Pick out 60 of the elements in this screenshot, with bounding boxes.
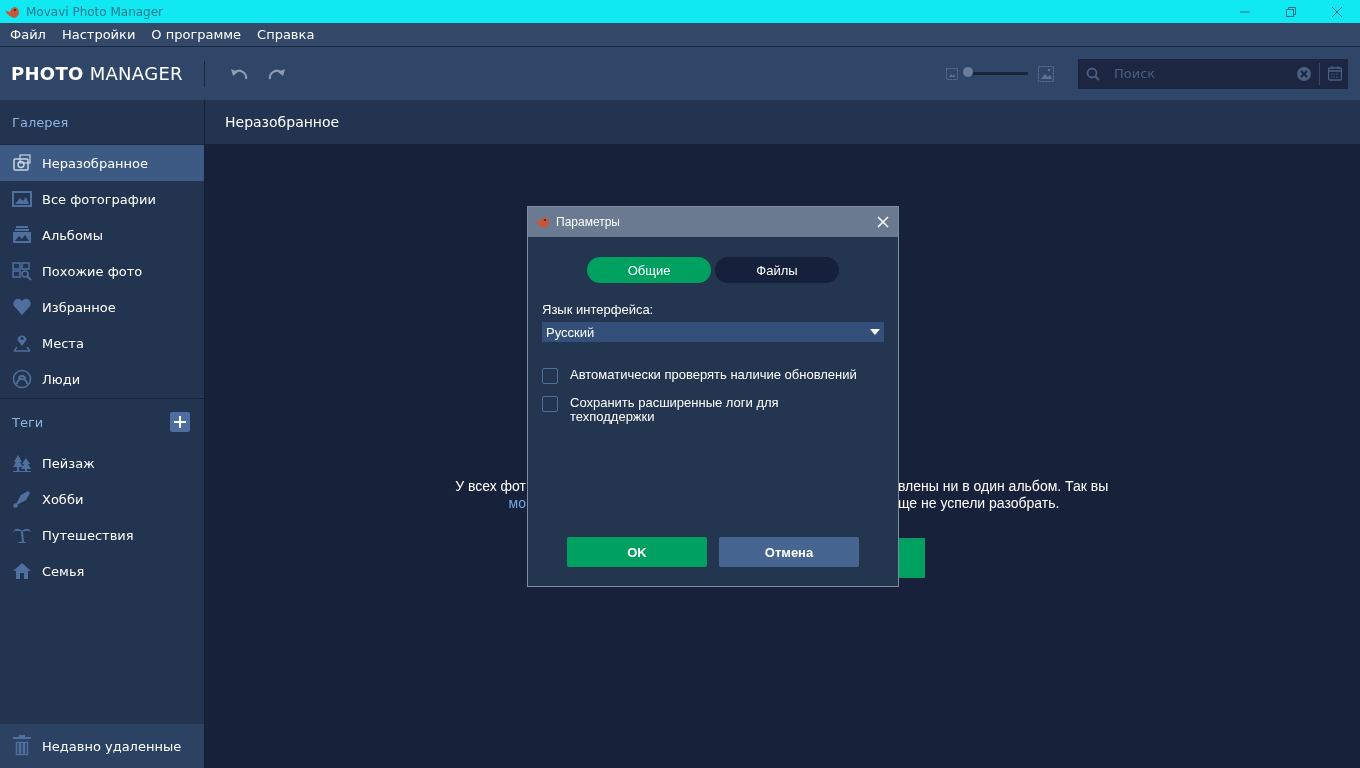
undo-icon[interactable] xyxy=(229,66,249,81)
image-icon xyxy=(12,189,32,209)
app-logo: PHOTO MANAGER xyxy=(10,63,184,84)
tag-item[interactable]: Семья xyxy=(0,553,204,589)
field-label: Язык интерфейса: xyxy=(542,302,655,317)
zoom-slider-thumb[interactable] xyxy=(963,67,973,77)
caret-icon xyxy=(870,329,880,335)
trees-icon xyxy=(12,453,32,473)
message-link[interactable]: мо xyxy=(508,495,526,512)
sidebar-item[interactable]: Недавно удаленные xyxy=(0,724,204,768)
sidebar-item[interactable]: Альбомы xyxy=(0,217,204,253)
map-pin-icon xyxy=(12,333,32,353)
app-logo-icon xyxy=(4,4,20,19)
tag-item[interactable]: Хобби xyxy=(0,481,204,517)
close-icon xyxy=(877,216,889,228)
checkbox-label: Автоматически проверять наличие обновлений xyxy=(570,368,857,382)
cancel-button[interactable]: Отмена xyxy=(719,537,859,567)
window-title: Movavi Photo Manager xyxy=(26,4,165,19)
section-title: Теги xyxy=(12,414,44,430)
trash-icon xyxy=(12,735,32,757)
sidebar-item[interactable]: Все фотографии xyxy=(0,181,204,217)
tag-item[interactable]: Пейзаж xyxy=(0,445,204,481)
large-image-icon xyxy=(1038,65,1054,82)
page-title: Неразобранное xyxy=(225,114,340,130)
sidebar-item[interactable]: Избранное xyxy=(0,289,204,325)
similar-photos-icon xyxy=(12,261,32,281)
calendar-icon[interactable] xyxy=(1328,66,1342,81)
menu-item[interactable]: Файл xyxy=(2,27,54,42)
tab[interactable]: Файлы xyxy=(715,257,839,283)
sidebar-item[interactable]: Неразобранное xyxy=(0,145,204,181)
section-title: Галерея xyxy=(12,114,69,130)
camera-icon xyxy=(12,153,32,173)
sidebar-item[interactable]: Места xyxy=(0,325,204,361)
search-bar[interactable]: Поиск xyxy=(1078,58,1348,89)
small-image-icon xyxy=(946,67,958,80)
clear-icon[interactable] xyxy=(1297,66,1311,81)
menu-item[interactable]: Справка xyxy=(249,27,323,42)
person-icon xyxy=(12,369,32,389)
search-field[interactable]: Поиск xyxy=(1112,65,1297,82)
checkbox[interactable] xyxy=(542,368,558,384)
redo-icon[interactable] xyxy=(267,66,287,81)
house-icon xyxy=(12,561,32,581)
checkbox[interactable] xyxy=(542,396,558,412)
language-dropdown[interactable]: Русский xyxy=(542,322,884,342)
sidebar-item[interactable]: Похожие фото xyxy=(0,253,204,289)
message-text: ще не успели разобрать. xyxy=(898,495,1060,512)
menu-item[interactable]: О программе xyxy=(143,27,250,42)
search-icon xyxy=(1086,66,1100,81)
dialog-title: Параметры xyxy=(556,215,621,229)
tag-item[interactable]: Путешествия xyxy=(0,517,204,553)
add-tag-button[interactable] xyxy=(170,412,190,432)
app-logo-icon xyxy=(534,215,550,229)
message-text: влены ни в один альбом. Так вы xyxy=(898,478,1109,495)
shuttlecock-icon xyxy=(12,489,32,509)
menu-item[interactable]: Настройки xyxy=(53,27,144,42)
sidebar-item[interactable]: Люди xyxy=(0,361,204,397)
album-icon xyxy=(12,225,32,245)
heart-icon xyxy=(12,297,32,317)
checkbox-label: Сохранить расширенные логи для техподдержки xyxy=(570,396,780,424)
message-text: У всех фот xyxy=(455,478,526,495)
